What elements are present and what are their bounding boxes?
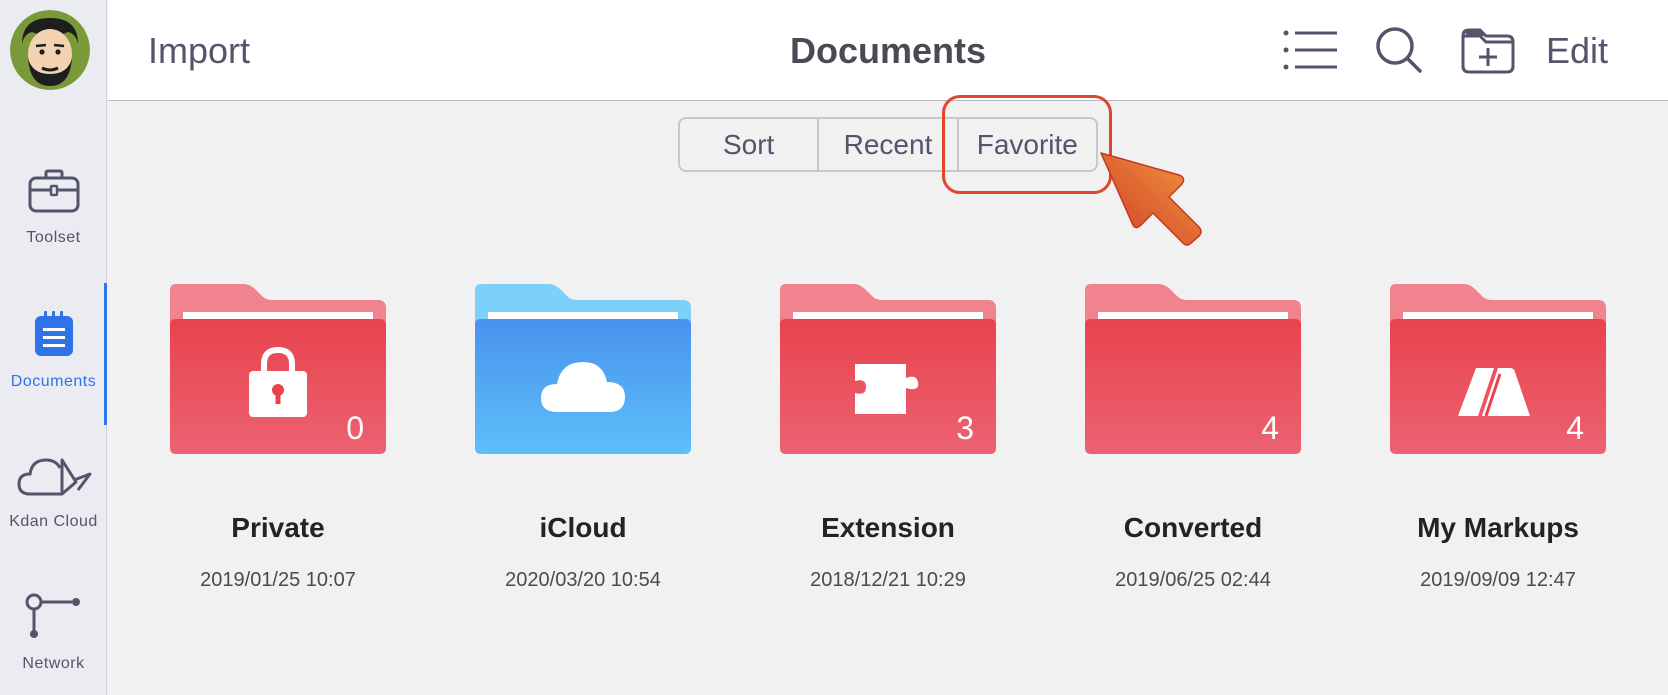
import-button[interactable]: Import bbox=[148, 30, 250, 72]
folder-date: 2018/12/21 10:29 bbox=[810, 569, 966, 591]
folder-name: iCloud bbox=[539, 512, 627, 543]
sidebar-item-label: Network bbox=[22, 655, 85, 672]
search-icon[interactable] bbox=[1375, 26, 1423, 79]
blue-folder-icon bbox=[475, 284, 691, 454]
document-icon bbox=[0, 310, 107, 363]
sidebar-item-documents[interactable]: Documents bbox=[0, 310, 107, 391]
folder-private[interactable]: 0 Private 2019/01/25 10:07 bbox=[170, 282, 386, 591]
folder-date: 2019/06/25 02:44 bbox=[1115, 569, 1271, 591]
edit-button[interactable]: Edit bbox=[1546, 30, 1608, 72]
briefcase-icon bbox=[0, 168, 107, 219]
network-icon bbox=[0, 592, 107, 645]
sort-segmented-control: Sort Recent Favorite bbox=[678, 117, 1098, 172]
folder-count: 4 bbox=[1566, 410, 1584, 446]
sidebar-item-label: Documents bbox=[10, 373, 97, 390]
sidebar-item-label: Toolset bbox=[26, 229, 81, 246]
folder-date: 2019/01/25 10:07 bbox=[200, 569, 356, 591]
folder-name: Extension bbox=[821, 512, 955, 543]
folder-name: Private bbox=[231, 512, 325, 543]
new-folder-icon[interactable] bbox=[1460, 26, 1516, 79]
folder-converted[interactable]: 4 Converted 2019/06/25 02:44 bbox=[1085, 282, 1301, 591]
folder-my-markups[interactable]: 4 My Markups 2019/09/09 12:47 bbox=[1390, 282, 1606, 591]
folder-count: 4 bbox=[1261, 410, 1279, 446]
sort-segment[interactable]: Sort bbox=[680, 119, 817, 170]
folder-date: 2019/09/09 12:47 bbox=[1420, 569, 1576, 591]
folder-icloud[interactable]: iCloud 2020/03/20 10:54 bbox=[475, 282, 691, 591]
user-avatar[interactable] bbox=[10, 10, 90, 90]
favorite-segment[interactable]: Favorite bbox=[956, 119, 1096, 170]
folder-name: Converted bbox=[1123, 512, 1263, 543]
pointer-arrow-icon bbox=[1095, 145, 1205, 255]
sidebar-item-toolset[interactable]: Toolset bbox=[0, 168, 107, 247]
sidebar-item-kdan-cloud[interactable]: Kdan Cloud bbox=[0, 454, 107, 531]
folder-count: 0 bbox=[346, 410, 364, 446]
sidebar: Toolset Documents Kdan Cloud Network bbox=[0, 0, 107, 695]
list-view-icon[interactable] bbox=[1283, 30, 1339, 75]
sidebar-item-label: Kdan Cloud bbox=[9, 513, 98, 530]
folder-date: 2020/03/20 10:54 bbox=[505, 569, 661, 591]
sidebar-item-network[interactable]: Network bbox=[0, 592, 107, 673]
folder-name: My Markups bbox=[1417, 512, 1579, 543]
top-bar: Import Documents Edit bbox=[108, 0, 1668, 101]
folder-count: 3 bbox=[956, 410, 974, 446]
folder-extension[interactable]: 3 Extension 2018/12/21 10:29 bbox=[780, 282, 996, 591]
active-indicator bbox=[104, 283, 107, 425]
kdan-cloud-icon bbox=[0, 454, 107, 503]
recent-segment[interactable]: Recent bbox=[817, 119, 956, 170]
page-title: Documents bbox=[789, 30, 987, 71]
